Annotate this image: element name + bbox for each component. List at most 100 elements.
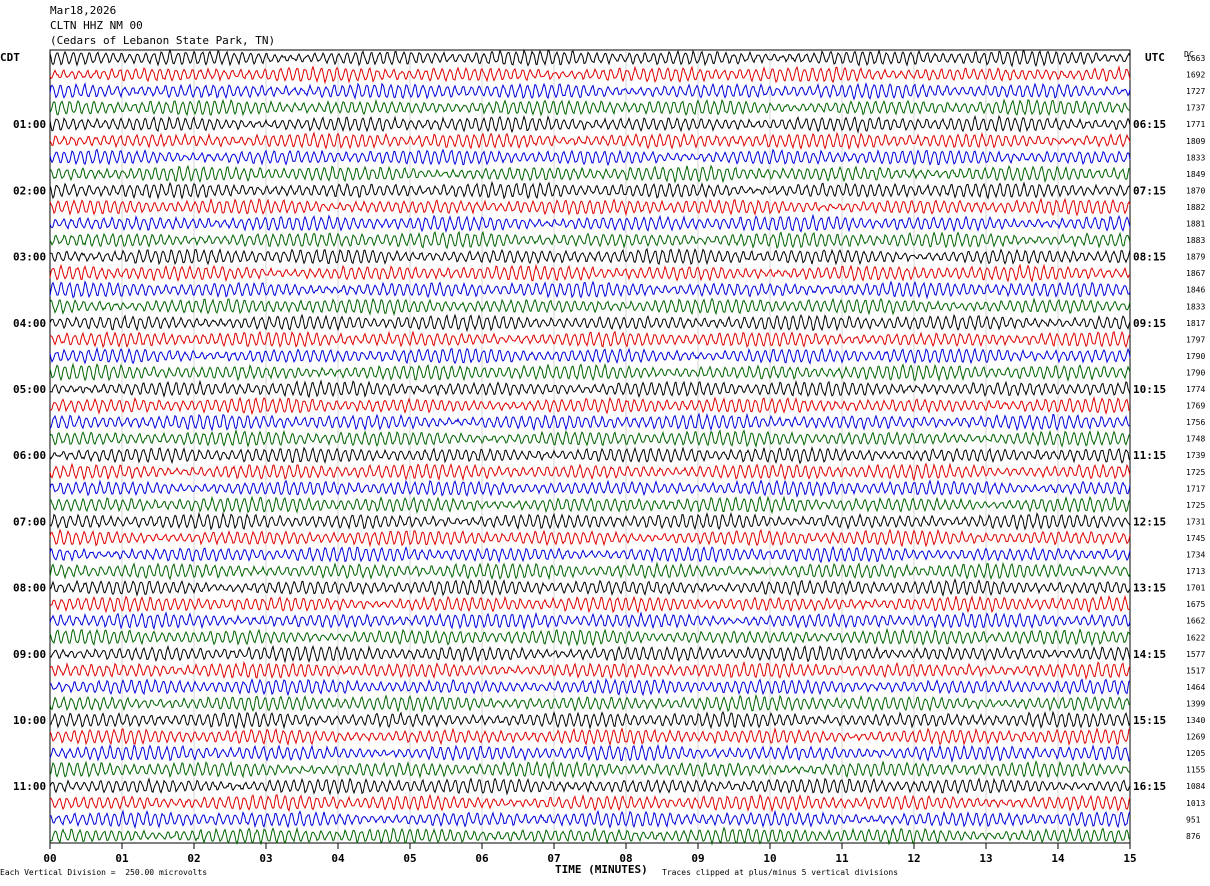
right-time-label: 12:15 xyxy=(1133,515,1166,528)
trace-line xyxy=(49,446,1131,465)
left-time-label: 02:00 xyxy=(13,184,46,197)
trace-line xyxy=(49,528,1131,548)
dc-offset-label: 1734 xyxy=(1186,551,1205,560)
clip-note: Traces clipped at plus/minus 5 vertical … xyxy=(662,868,899,877)
trace-line xyxy=(49,627,1131,647)
right-time-label: 08:15 xyxy=(1133,251,1166,264)
trace-line xyxy=(49,131,1131,150)
dc-column-header: DC xyxy=(1184,50,1194,59)
right-time-labels: 06:15 07:15 08:15 09:15 10:15 11:15 12:15 13:15… xyxy=(1133,118,1166,793)
trace-line xyxy=(49,180,1131,200)
right-time-label: 15:15 xyxy=(1133,714,1166,727)
trace-line xyxy=(49,760,1131,780)
trace-line xyxy=(49,65,1131,85)
trace-line xyxy=(49,164,1130,184)
left-time-label: 03:00 xyxy=(13,251,46,264)
header-date: Mar18,2026 xyxy=(50,4,117,17)
x-tick-label: 03 xyxy=(259,852,272,865)
trace-line xyxy=(49,545,1131,564)
dc-offset-label: 951 xyxy=(1186,815,1201,824)
trace-line xyxy=(49,412,1131,432)
trace-line xyxy=(49,479,1131,498)
dc-offset-label: 1675 xyxy=(1186,600,1205,609)
dc-offset-label: 1269 xyxy=(1186,733,1205,742)
right-time-label: 10:15 xyxy=(1133,383,1166,396)
left-time-label: 09:00 xyxy=(13,648,46,661)
trace-line xyxy=(49,148,1131,167)
dc-offset-label: 1155 xyxy=(1186,766,1205,775)
x-tick-label: 15 xyxy=(1123,852,1136,865)
x-tick-label: 01 xyxy=(115,852,129,865)
x-axis-title: TIME (MINUTES) xyxy=(555,863,648,876)
dc-offset-label: 1881 xyxy=(1186,220,1205,229)
x-tick-label: 10 xyxy=(763,852,776,865)
trace-line xyxy=(49,428,1131,449)
trace-line xyxy=(49,81,1131,101)
trace-line xyxy=(49,362,1131,382)
trace-line xyxy=(49,230,1131,250)
trace-line xyxy=(49,197,1131,217)
trace-line xyxy=(49,98,1131,117)
dc-offset-label: 1662 xyxy=(1186,617,1205,626)
left-time-label: 10:00 xyxy=(13,714,46,727)
right-time-label: 14:15 xyxy=(1133,648,1166,661)
x-axis-ticks: 00 01 02 03 04 05 06 07 08 09 10 11 12 13 14 15 xyxy=(43,843,1137,865)
trace-line xyxy=(49,661,1131,681)
dc-offset-label: 1084 xyxy=(1186,782,1205,791)
left-time-label: 08:00 xyxy=(13,582,46,595)
dc-offset-label: 1870 xyxy=(1186,186,1205,195)
dc-offset-label: 1701 xyxy=(1186,584,1205,593)
dc-offset-label: 1745 xyxy=(1186,534,1205,543)
header-station: CLTN HHZ NM 00 xyxy=(50,19,143,32)
trace-line xyxy=(49,611,1131,631)
left-timezone-label: CDT xyxy=(0,51,20,64)
dc-offset-label: 1833 xyxy=(1186,302,1205,311)
trace-line xyxy=(49,594,1131,614)
dc-offset-label: 1883 xyxy=(1186,236,1205,245)
right-time-label: 13:15 xyxy=(1133,582,1166,595)
left-time-label: 11:00 xyxy=(13,780,46,793)
x-tick-label: 00 xyxy=(43,852,56,865)
trace-line xyxy=(49,677,1131,697)
trace-line xyxy=(49,495,1131,515)
trace-line xyxy=(49,297,1131,317)
scale-note: Each Vertical Division = 250.00 microvol… xyxy=(0,868,208,877)
trace-line xyxy=(49,710,1131,730)
dc-offset-label: 1517 xyxy=(1186,666,1205,675)
trace-line xyxy=(49,511,1131,531)
dc-offset-label: 1713 xyxy=(1186,567,1205,576)
dc-offset-labels: 1663169217271737177118091833184918701882… xyxy=(1186,54,1205,841)
dc-offset-label: 1809 xyxy=(1186,137,1205,146)
right-timezone-label: UTC xyxy=(1145,51,1165,64)
x-tick-label: 02 xyxy=(187,852,200,865)
dc-offset-label: 1725 xyxy=(1186,501,1205,510)
left-time-label: 06:00 xyxy=(13,449,46,462)
trace-line xyxy=(49,313,1131,333)
trace-line xyxy=(49,330,1131,349)
left-time-label: 01:00 xyxy=(13,118,46,131)
dc-offset-label: 1790 xyxy=(1186,352,1205,361)
trace-line xyxy=(49,263,1131,283)
trace-line xyxy=(49,213,1131,233)
trace-line xyxy=(49,247,1131,266)
trace-line xyxy=(49,114,1131,134)
trace-line xyxy=(49,644,1131,664)
trace-line xyxy=(49,743,1131,764)
dc-offset-label: 1725 xyxy=(1186,468,1205,477)
trace-line xyxy=(49,777,1131,796)
dc-offset-label: 1774 xyxy=(1186,385,1205,394)
trace-line xyxy=(49,693,1131,713)
seismic-traces xyxy=(49,48,1131,846)
right-time-label: 11:15 xyxy=(1133,449,1166,462)
x-tick-label: 04 xyxy=(331,852,345,865)
x-tick-label: 12 xyxy=(907,852,920,865)
dc-offset-label: 1790 xyxy=(1186,368,1205,377)
x-tick-label: 09 xyxy=(691,852,704,865)
trace-line xyxy=(49,578,1131,597)
trace-line xyxy=(49,48,1131,68)
trace-line xyxy=(49,561,1131,581)
helicorder-plot: 00 01 02 03 04 05 06 07 08 09 10 11 12 13 14 15 01:0002… xyxy=(13,48,1205,865)
dc-offset-label: 1340 xyxy=(1186,716,1205,725)
dc-offset-label: 1464 xyxy=(1186,683,1205,692)
dc-offset-label: 1739 xyxy=(1186,451,1205,460)
